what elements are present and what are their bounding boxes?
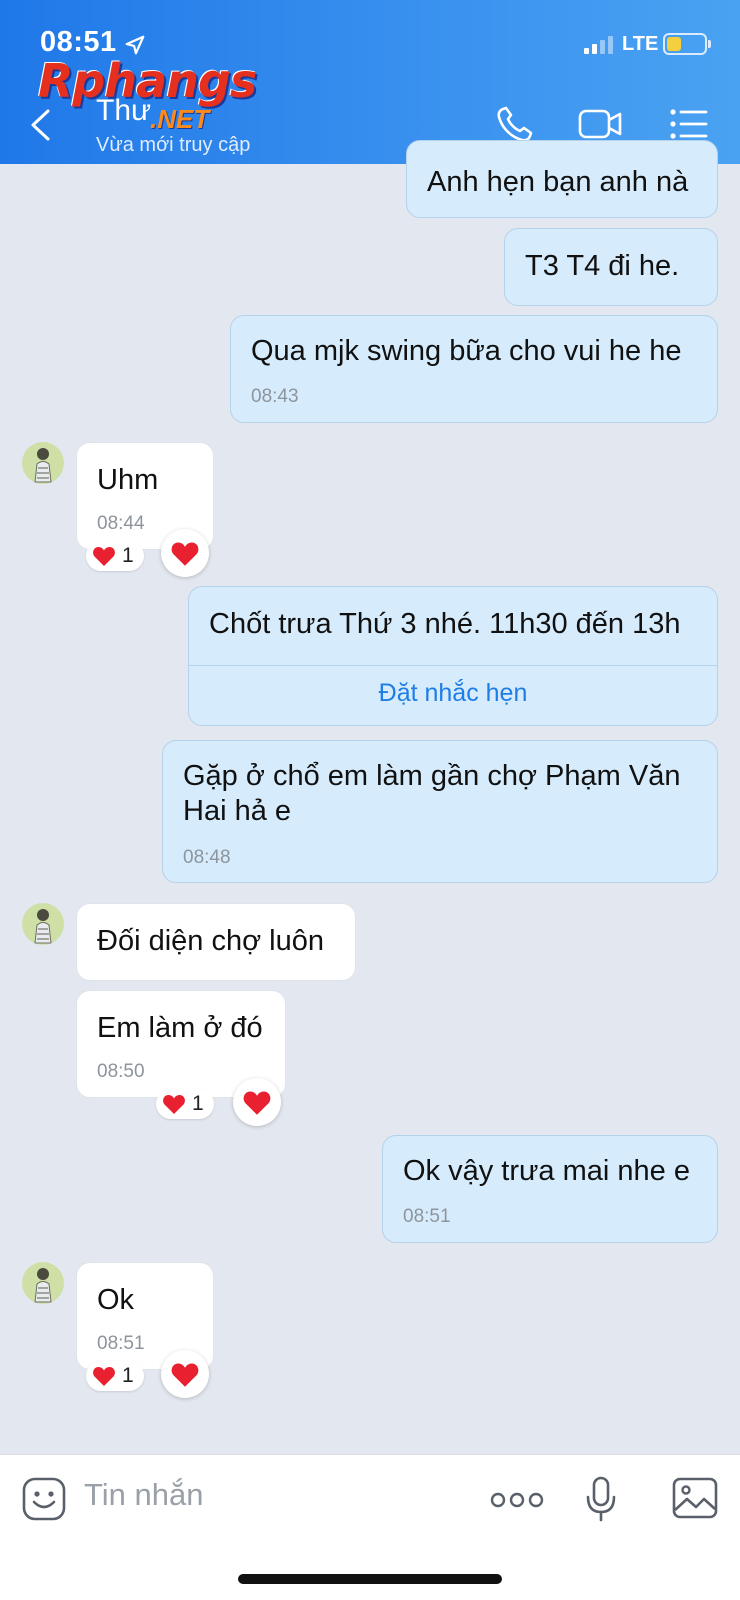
signal-icon — [584, 36, 613, 54]
microphone-icon[interactable] — [584, 1475, 618, 1523]
video-camera-icon[interactable] — [578, 104, 622, 144]
reaction-summary[interactable]: 1 — [156, 1089, 214, 1119]
reaction-button[interactable] — [233, 1078, 281, 1126]
reaction-button[interactable] — [161, 1350, 209, 1398]
message-text: Gặp ở chổ em làm gần chợ Phạm Văn Hai hả… — [183, 760, 681, 827]
message-text: Ok — [97, 1284, 135, 1316]
heart-icon — [93, 547, 115, 566]
message-text: Ok vậy trưa mai nhe e — [403, 1155, 690, 1187]
message-input[interactable]: Tin nhắn — [84, 1477, 204, 1513]
message-text: Em làm ở đó — [97, 1012, 263, 1044]
reaction-count: 1 — [122, 1364, 134, 1387]
message-time: 08:51 — [403, 1206, 451, 1227]
avatar-image — [34, 448, 52, 483]
message-text: Chốt trưa Thứ 3 nhé. 11h30 đến 13h — [209, 608, 681, 640]
message-bubble-incoming[interactable]: Đối diện chợ luôn — [76, 903, 356, 981]
message-bubble-outgoing[interactable]: Ok vậy trưa mai nhe e 08:51 — [382, 1135, 718, 1243]
reaction-count: 1 — [192, 1092, 204, 1115]
message-bubble-outgoing[interactable]: Anh hẹn bạn anh nà — [406, 140, 718, 218]
home-indicator — [238, 1574, 502, 1584]
sticker-icon[interactable] — [22, 1477, 66, 1521]
location-arrow-icon — [125, 35, 145, 55]
message-text: Uhm — [97, 464, 159, 496]
reaction-summary[interactable]: 1 — [86, 1361, 144, 1391]
message-text: Qua mjk swing bữa cho vui he he — [251, 335, 682, 367]
avatar-image — [34, 1268, 52, 1303]
reaction-button[interactable] — [161, 529, 209, 577]
chevron-left-icon[interactable] — [28, 108, 52, 142]
heart-icon — [243, 1090, 271, 1115]
message-text: Anh hẹn bạn anh nà — [427, 166, 689, 198]
avatar[interactable] — [22, 1262, 64, 1304]
message-time: 08:50 — [97, 1061, 145, 1082]
message-text: T3 T4 đi he. — [525, 250, 680, 282]
message-time: 08:43 — [251, 386, 299, 407]
network-type: LTE — [622, 33, 659, 55]
message-time: 08:51 — [97, 1333, 145, 1354]
avatar-image — [34, 909, 52, 944]
heart-icon — [163, 1095, 185, 1114]
message-text: Đối diện chợ luôn — [97, 925, 324, 957]
heart-icon — [171, 1362, 199, 1387]
reaction-summary[interactable]: 1 — [86, 541, 144, 571]
phone-icon[interactable] — [494, 104, 538, 144]
message-time: 08:44 — [97, 513, 145, 534]
reaction-count: 1 — [122, 544, 134, 567]
message-bubble-outgoing[interactable]: T3 T4 đi he. — [504, 228, 718, 306]
watermark-suffix: .NET — [150, 104, 210, 134]
divider — [189, 665, 717, 666]
heart-icon — [171, 541, 199, 566]
image-icon[interactable] — [672, 1477, 718, 1519]
battery-icon — [663, 33, 707, 55]
contact-name[interactable]: Thư — [96, 94, 151, 128]
list-menu-icon[interactable] — [668, 104, 712, 144]
more-dots-icon[interactable] — [490, 1491, 544, 1509]
message-bubble-outgoing[interactable]: Gặp ở chổ em làm gần chợ Phạm Văn Hai hả… — [162, 740, 718, 883]
message-bubble-outgoing[interactable]: Qua mjk swing bữa cho vui he he 08:43 — [230, 315, 718, 423]
contact-status: Vừa mới truy cập — [96, 134, 251, 156]
avatar[interactable] — [22, 903, 64, 945]
message-bubble-outgoing[interactable]: Chốt trưa Thứ 3 nhé. 11h30 đến 13h Đặt n… — [188, 586, 718, 726]
heart-icon — [93, 1367, 115, 1386]
message-time: 08:48 — [183, 847, 231, 868]
set-reminder-link[interactable]: Đặt nhắc hẹn — [189, 679, 717, 708]
avatar[interactable] — [22, 442, 64, 484]
